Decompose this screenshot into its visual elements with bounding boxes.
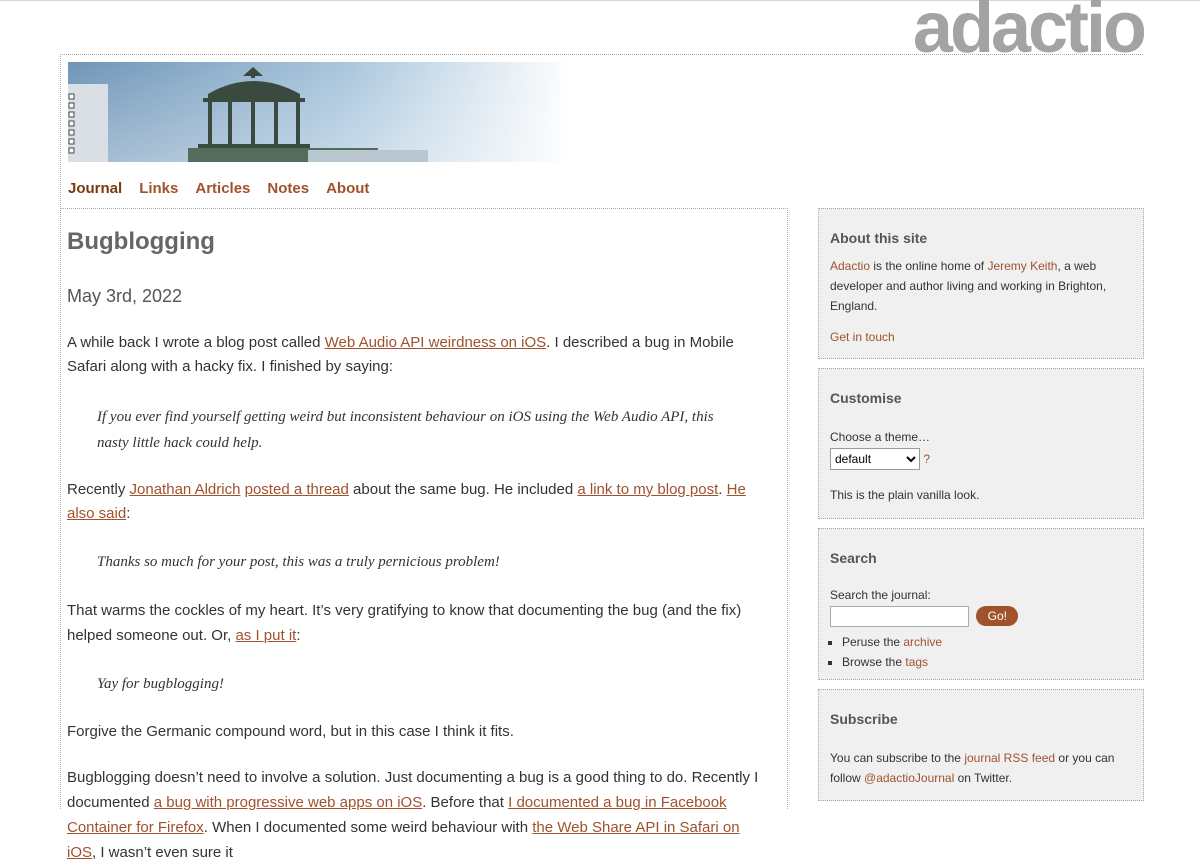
subscribe-panel: Subscribe You can subscribe to the journ… [818,689,1144,801]
link-as-i-put-it[interactable]: as I put it [235,627,296,644]
nav-links[interactable]: Links [139,180,178,197]
article-date: May 3rd, 2022 [67,286,183,306]
archive-link[interactable]: archive [903,635,942,649]
search-panel: Search Search the journal: Go! Peruse th… [818,528,1144,680]
article: Bugblogging May 3rd, 2022 A while back I… [67,226,772,865]
link-web-audio-post[interactable]: Web Audio API weirdness on iOS [325,334,547,351]
search-go-button[interactable]: Go! [976,606,1019,626]
sidebar: About this site Adactio is the online ho… [818,208,1144,810]
quote-1: If you ever find yourself getting weird … [97,409,714,451]
tags-link[interactable]: tags [905,655,928,669]
search-input[interactable] [830,606,969,627]
paragraph-5: Bugblogging doesn’t need to involve a so… [67,769,759,861]
link-jonathan-aldrich[interactable]: Jonathan Aldrich [130,481,241,498]
theme-select[interactable]: default [830,448,920,470]
nav-articles[interactable]: Articles [195,180,250,197]
paragraph-2: Recently Jonathan Aldrich posted a threa… [67,481,746,522]
theme-help-link[interactable]: ? [923,452,930,466]
paragraph-3: That warms the cockles of my heart. It’s… [67,602,742,644]
main-nav: Journal Links Articles Notes About [68,180,369,197]
quote-2: Thanks so much for your post, this was a… [97,554,500,570]
nav-about[interactable]: About [326,180,369,197]
about-title: About this site [830,230,928,246]
link-jeremy-keith[interactable]: Jeremy Keith [987,259,1057,273]
about-panel: About this site Adactio is the online ho… [818,208,1144,359]
search-title: Search [830,550,877,566]
link-pwa-bug[interactable]: a bug with progressive web apps on iOS [154,794,422,811]
link-my-blog-post[interactable]: a link to my blog post [577,481,718,498]
nav-journal[interactable]: Journal [68,180,122,197]
link-posted-thread[interactable]: posted a thread [245,481,349,498]
link-adactio[interactable]: Adactio [830,259,870,273]
rss-feed-link[interactable]: journal RSS feed [964,751,1055,765]
paragraph-1: A while back I wrote a blog post called … [67,334,734,375]
subscribe-text: You can subscribe to the journal RSS fee… [830,751,1115,785]
get-in-touch-link[interactable]: Get in touch [830,330,895,344]
paragraph-4: Forgive the Germanic compound word, but … [67,723,514,740]
twitter-link[interactable]: @adactioJournal [864,771,954,785]
banner-image [68,62,573,162]
theme-description: This is the plain vanilla look. [830,488,980,502]
customise-title: Customise [830,390,902,406]
list-item: Browse the tags [842,652,1132,672]
about-text: Adactio is the online home of Jeremy Kei… [830,259,1107,313]
subscribe-title: Subscribe [830,711,898,727]
nav-notes[interactable]: Notes [267,180,309,197]
theme-label: Choose a theme… [830,430,931,444]
search-label: Search the journal: [830,588,931,602]
customise-panel: Customise Choose a theme… default ? This… [818,368,1144,519]
quote-3: Yay for bugblogging! [97,676,224,692]
article-title: Bugblogging [67,228,215,255]
list-item: Peruse the archive [842,632,1132,652]
